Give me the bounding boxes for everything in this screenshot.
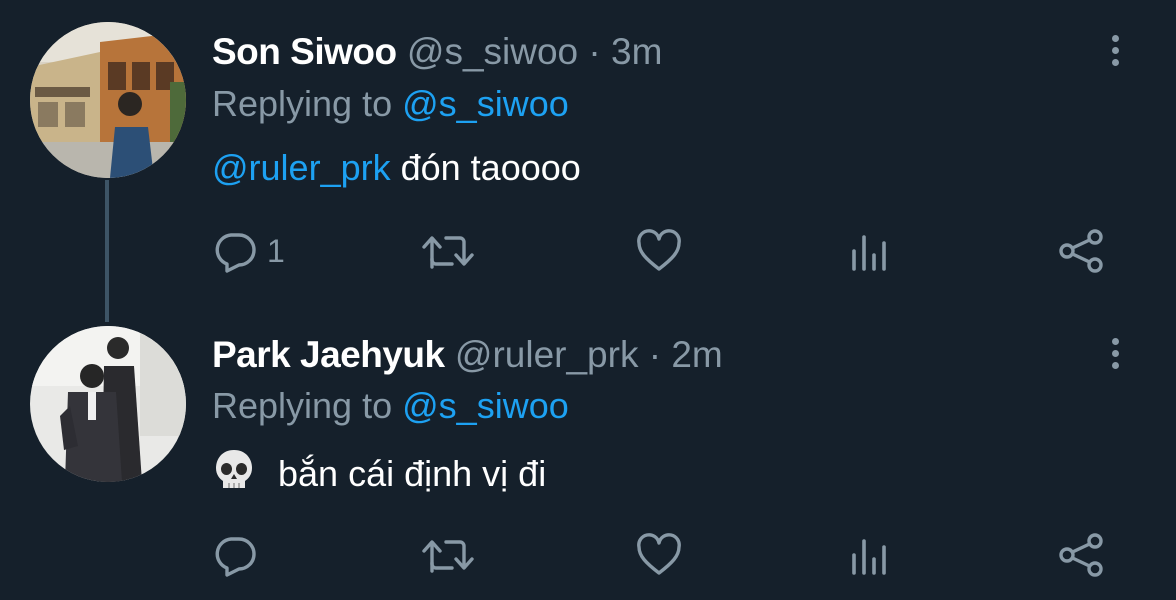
display-name[interactable]: Park Jaehyuk bbox=[212, 334, 445, 375]
like-button[interactable] bbox=[636, 226, 682, 276]
analytics-button[interactable] bbox=[850, 226, 890, 276]
share-button[interactable] bbox=[1058, 530, 1104, 580]
share-button[interactable] bbox=[1058, 226, 1104, 276]
separator-dot: · bbox=[588, 31, 601, 72]
action-bar bbox=[0, 530, 1176, 580]
retweet-icon bbox=[422, 236, 474, 269]
reply-thread: Son Siwoo @s_siwoo · 3m Replying to @s_s… bbox=[0, 0, 1176, 600]
reply-button[interactable]: 1 bbox=[213, 226, 285, 276]
separator-dot: · bbox=[648, 334, 662, 375]
share-icon bbox=[1059, 229, 1103, 273]
replying-to-label: Replying to bbox=[212, 83, 393, 124]
tweet-text: @ruler_prk đón taoooo bbox=[212, 146, 581, 190]
more-options-icon[interactable] bbox=[1100, 28, 1130, 72]
tweet-header: Son Siwoo @s_siwoo · 3m bbox=[212, 30, 662, 74]
replying-to-handle[interactable]: @s_siwoo bbox=[402, 83, 569, 124]
timestamp[interactable]: 3m bbox=[611, 31, 662, 72]
reply-count: 1 bbox=[267, 232, 285, 269]
retweet-button[interactable] bbox=[420, 226, 476, 276]
display-name[interactable]: Son Siwoo bbox=[212, 31, 397, 72]
tweet-header: Park Jaehyuk @ruler_prk · 2m bbox=[212, 333, 723, 377]
like-button[interactable] bbox=[636, 530, 682, 580]
tweet-body-text: bắn cái định vị đi bbox=[278, 453, 547, 494]
analytics-icon bbox=[852, 235, 886, 271]
like-icon bbox=[637, 533, 681, 575]
tweet-park-jaehyuk[interactable]: Park Jaehyuk @ruler_prk · 2m Replying to… bbox=[0, 318, 1176, 600]
tweet-body-text: đón taoooo bbox=[400, 147, 581, 188]
timestamp[interactable]: 2m bbox=[671, 334, 722, 375]
mention-link[interactable]: @ruler_prk bbox=[212, 147, 391, 188]
skull-emoji-icon bbox=[216, 450, 252, 488]
reply-icon bbox=[215, 537, 256, 577]
replying-to-handle[interactable]: @s_siwoo bbox=[402, 385, 569, 426]
replying-to-line: Replying to @s_siwoo bbox=[212, 82, 569, 126]
reply-button[interactable] bbox=[213, 530, 267, 580]
tweet-son-siwoo[interactable]: Son Siwoo @s_siwoo · 3m Replying to @s_s… bbox=[0, 0, 1176, 322]
more-options-icon[interactable] bbox=[1100, 331, 1130, 375]
reply-icon bbox=[215, 233, 256, 273]
user-handle[interactable]: @s_siwoo bbox=[407, 31, 578, 72]
analytics-button[interactable] bbox=[850, 530, 890, 580]
retweet-icon bbox=[422, 540, 474, 573]
analytics-icon bbox=[852, 539, 886, 575]
action-bar: 1 bbox=[0, 226, 1176, 276]
retweet-button[interactable] bbox=[420, 530, 476, 580]
user-handle[interactable]: @ruler_prk bbox=[455, 334, 639, 375]
tweet-text: bắn cái định vị đi bbox=[212, 448, 546, 496]
avatar-park-jaehyuk[interactable] bbox=[30, 326, 186, 482]
share-icon bbox=[1059, 533, 1103, 577]
avatar-son-siwoo[interactable] bbox=[30, 22, 186, 178]
replying-to-label: Replying to bbox=[212, 385, 393, 426]
replying-to-line: Replying to @s_siwoo bbox=[212, 384, 569, 428]
like-icon bbox=[637, 229, 681, 271]
